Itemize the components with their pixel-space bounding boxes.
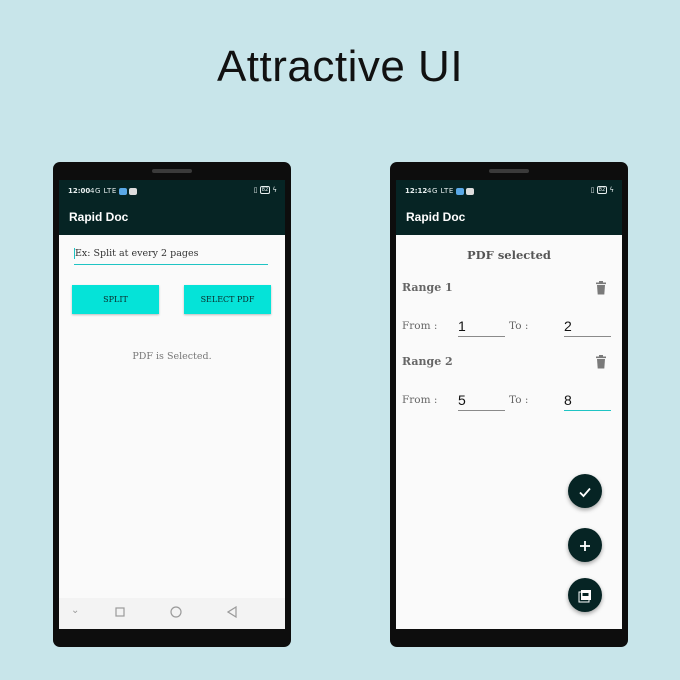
phone-right: 12:12 4G LTE ▯ 82 ϟ Rapid Doc PDF select…	[390, 162, 628, 647]
speaker	[489, 169, 529, 173]
battery-icon: 82	[596, 186, 608, 194]
app-title: Rapid Doc	[69, 210, 129, 224]
check-icon	[579, 487, 591, 497]
to-label: To :	[509, 320, 529, 332]
screen-right: 12:12 4G LTE ▯ 82 ϟ Rapid Doc PDF select…	[396, 180, 622, 629]
to-value: 8	[564, 392, 572, 408]
from-value: 5	[458, 392, 466, 408]
to-label: To :	[509, 394, 529, 406]
plus-icon	[580, 540, 590, 551]
add-range-fab-button[interactable]	[568, 528, 602, 562]
notification-icon-2	[128, 187, 137, 195]
status-time: 12:12	[405, 187, 428, 195]
circle-icon[interactable]	[170, 606, 182, 621]
notification-icon	[455, 187, 464, 195]
status-bar: 12:00 4G LTE ▯ 82 ϟ	[59, 180, 285, 202]
status-right-icons: ▯ 82 ϟ	[591, 186, 614, 194]
notification-icon	[118, 187, 127, 195]
trash-icon[interactable]	[595, 354, 607, 369]
pdf-selected-heading: PDF selected	[467, 248, 551, 262]
app-title: Rapid Doc	[406, 210, 466, 224]
app-bar: Rapid Doc	[59, 202, 285, 235]
split-input-placeholder: Ex: Split at every 2 pages	[75, 248, 199, 259]
battery-icon: 82	[259, 186, 271, 194]
system-nav-bar: ⌄	[59, 598, 285, 629]
from-label: From :	[402, 394, 438, 406]
charging-icon: ϟ	[609, 186, 614, 194]
screen-left: 12:00 4G LTE ▯ 82 ϟ Rapid Doc Ex: Split …	[59, 180, 285, 629]
pdf-fab-button[interactable]	[568, 578, 602, 612]
range-title: Range 1	[402, 281, 453, 294]
trash-icon[interactable]	[595, 280, 607, 295]
to-field[interactable]: 2	[564, 318, 611, 337]
status-bar: 12:12 4G LTE ▯ 82 ϟ	[396, 180, 622, 202]
charging-icon: ϟ	[272, 186, 277, 194]
vibrate-icon: ▯	[590, 186, 595, 194]
from-value: 1	[458, 318, 466, 334]
headline: Attractive UI	[216, 42, 464, 91]
pdf-icon	[578, 589, 591, 602]
status-time: 12:00	[68, 187, 91, 195]
signal-indicator: 4G LTE	[427, 187, 474, 195]
status-right-icons: ▯ 82 ϟ	[254, 186, 277, 194]
phone-left: 12:00 4G LTE ▯ 82 ϟ Rapid Doc Ex: Split …	[53, 162, 291, 647]
signal-text: 4G LTE	[90, 187, 117, 195]
speaker	[152, 169, 192, 173]
status-message: PDF is Selected.	[132, 351, 212, 362]
split-button[interactable]: SPLIT	[72, 285, 159, 314]
app-bar: Rapid Doc	[396, 202, 622, 235]
select-pdf-button[interactable]: SELECT PDF	[184, 285, 271, 314]
split-input[interactable]: Ex: Split at every 2 pages	[74, 248, 268, 265]
confirm-fab-button[interactable]	[568, 474, 602, 508]
signal-text: 4G LTE	[427, 187, 454, 195]
from-label: From :	[402, 320, 438, 332]
back-triangle-icon[interactable]	[226, 605, 237, 621]
from-field[interactable]: 5	[458, 392, 505, 411]
to-field[interactable]: 8	[564, 392, 611, 411]
to-value: 2	[564, 318, 572, 334]
range-title: Range 2	[402, 355, 453, 368]
signal-indicator: 4G LTE	[90, 187, 137, 195]
chevron-down-icon[interactable]: ⌄	[71, 605, 79, 616]
notification-icon-2	[465, 187, 474, 195]
vibrate-icon: ▯	[253, 186, 258, 194]
square-icon[interactable]	[115, 606, 125, 620]
from-field[interactable]: 1	[458, 318, 505, 337]
